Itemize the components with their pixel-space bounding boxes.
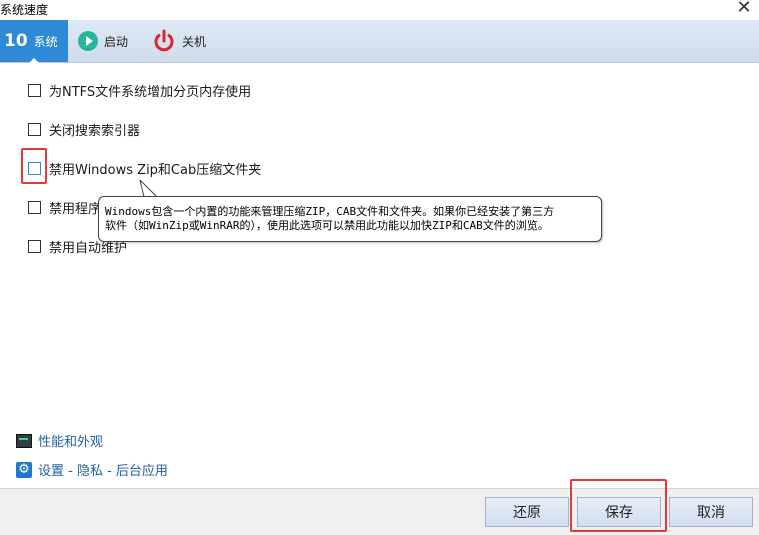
option-label: 为NTFS文件系统增加分页内存使用	[49, 84, 252, 100]
option-label: 禁用Windows Zip和Cab压缩文件夹	[49, 162, 262, 178]
link-label: 设置 - 隐私 - 后台应用	[38, 464, 168, 479]
option-tooltip: Windows包含一个内置的功能来管理压缩ZIP，CAB文件和文件夹。如果你已经…	[98, 196, 602, 242]
close-icon[interactable]: ✕	[735, 0, 753, 17]
option-disable-indexer[interactable]: 关闭搜索索引器	[28, 120, 141, 139]
option-checkbox[interactable]	[28, 200, 41, 214]
cancel-button[interactable]: 取消	[669, 497, 753, 527]
power-icon	[154, 29, 174, 52]
title-bar: 系统速度 ✕	[0, 0, 759, 20]
tab-startup-label: 启动	[104, 34, 129, 49]
highlight-box-checkbox	[21, 148, 47, 184]
tab-system-label: 系统	[33, 34, 58, 49]
option-disable-zip-cab[interactable]: 禁用Windows Zip和Cab压缩文件夹	[28, 159, 262, 178]
option-ntfs-paging[interactable]: 为NTFS文件系统增加分页内存使用	[28, 81, 252, 100]
option-label: 禁用程序	[49, 201, 102, 217]
tab-bar: 10 系统 启动 关机	[0, 20, 759, 63]
link-privacy-background-apps[interactable]: ⚙ 设置 - 隐私 - 后台应用	[16, 460, 168, 479]
window-title: 系统速度	[0, 3, 49, 17]
settings-gear-icon: ⚙	[16, 461, 32, 478]
active-tab-notch	[29, 58, 39, 63]
option-checkbox[interactable]	[28, 239, 41, 253]
link-performance-appearance[interactable]: 性能和外观	[16, 431, 103, 450]
performance-icon	[16, 433, 32, 448]
tab-startup[interactable]: 启动	[76, 20, 146, 62]
option-checkbox[interactable]	[28, 122, 41, 136]
ten-icon: 10	[4, 31, 28, 51]
option-label: 关闭搜索索引器	[49, 123, 141, 139]
tooltip-line-2: 软件（如WinZip或WinRAR的），使用此选项可以禁用此功能以加快ZIP和C…	[105, 219, 549, 232]
tooltip-line-1: Windows包含一个内置的功能来管理压缩ZIP，CAB文件和文件夹。如果你已经…	[105, 205, 555, 218]
tab-shutdown[interactable]: 关机	[150, 20, 220, 62]
play-icon	[78, 31, 98, 51]
highlight-box-save	[570, 479, 667, 532]
option-disable-programs[interactable]: 禁用程序	[28, 198, 102, 217]
restore-button[interactable]: 还原	[485, 497, 569, 527]
link-label: 性能和外观	[38, 435, 104, 450]
tab-system[interactable]: 10 系统	[0, 20, 68, 62]
tab-shutdown-label: 关机	[182, 34, 207, 49]
option-checkbox[interactable]	[28, 83, 41, 97]
